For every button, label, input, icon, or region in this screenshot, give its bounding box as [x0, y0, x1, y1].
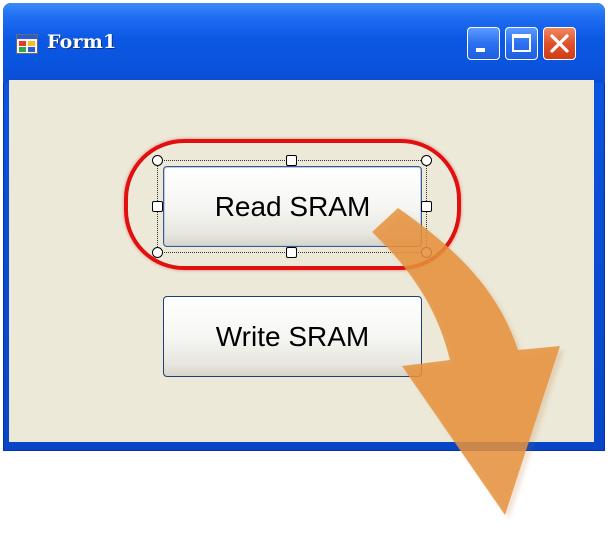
- resize-handle-right[interactable]: [421, 201, 432, 212]
- form-app-icon[interactable]: [16, 34, 38, 54]
- form-client-area: [9, 80, 594, 442]
- window-title: Form1: [47, 31, 117, 53]
- resize-handle-left[interactable]: [152, 201, 163, 212]
- resize-handle-bottom-left[interactable]: [152, 247, 163, 258]
- minimize-button[interactable]: [467, 27, 500, 60]
- maximize-icon: [512, 34, 531, 52]
- resize-handle-top-left[interactable]: [152, 155, 163, 166]
- resize-handle-bottom[interactable]: [286, 247, 297, 258]
- resize-handle-top[interactable]: [286, 155, 297, 166]
- write-sram-button[interactable]: Write SRAM: [163, 296, 422, 377]
- close-icon: [550, 34, 569, 53]
- maximize-button[interactable]: [505, 27, 538, 60]
- close-button[interactable]: [543, 27, 576, 60]
- resize-handle-top-right[interactable]: [421, 155, 432, 166]
- title-bar[interactable]: Form1: [3, 3, 605, 83]
- minimize-icon: [476, 48, 485, 52]
- read-sram-button[interactable]: Read SRAM: [163, 166, 422, 247]
- screenshot-stage: Form1 Read SRAM Write SRAM: [0, 0, 608, 549]
- resize-handle-bottom-right[interactable]: [421, 247, 432, 258]
